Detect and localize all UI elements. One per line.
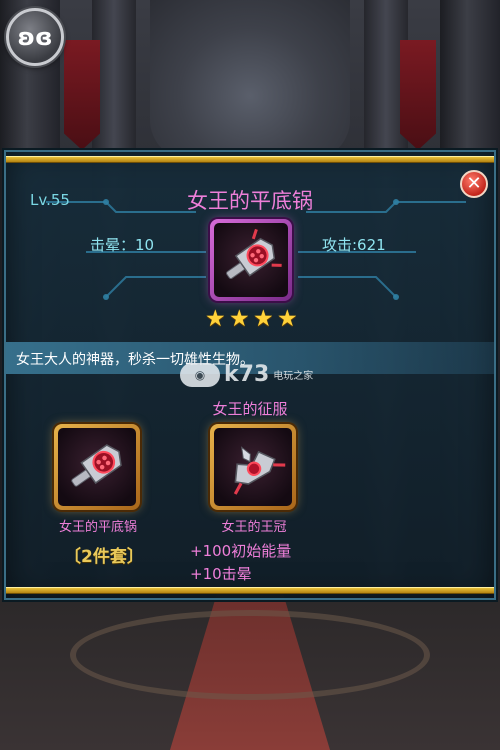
attack-stat: 攻击:621 — [322, 236, 386, 254]
set-piece-1[interactable] — [54, 424, 140, 510]
panel-bottom-stripe — [6, 587, 494, 594]
set-piece-2-name: 女王的王冠 — [221, 520, 287, 535]
watermark-text: k73 — [224, 362, 270, 387]
star-icon: ★ — [229, 306, 250, 332]
frying-pan-icon — [226, 228, 282, 280]
item-detail-panel: ✕ Lv.55 女王的平底锅 击晕：10 攻击:621 ★ ★ ★ ★ 女王大人… — [4, 150, 496, 600]
frying-pan-icon — [71, 444, 122, 487]
k73-watermark: ◉ k73 电玩之家 — [180, 362, 313, 387]
item-icon-frame — [210, 219, 292, 301]
butterfly-icon: ʚɞ — [17, 23, 53, 51]
set-bonus-energy: +100初始能量 — [190, 542, 292, 560]
set-title: 女王的征服 — [212, 400, 288, 418]
set-bonus-stun: +10击晕 — [190, 565, 252, 583]
star-rating: ★ ★ ★ ★ — [205, 308, 300, 331]
gamepad-icon: ◉ — [180, 362, 220, 387]
menu-button[interactable]: ʚɞ — [6, 8, 64, 66]
set-piece-1-name: 女王的平底锅 — [58, 520, 137, 535]
set-piece-2[interactable] — [210, 424, 296, 510]
stun-stat: 击晕：10 — [90, 236, 155, 254]
crown-icon — [233, 446, 286, 495]
watermark-subtext: 电玩之家 — [273, 371, 314, 382]
star-icon: ★ — [205, 306, 226, 332]
star-icon: ★ — [253, 306, 274, 332]
panel-top-stripe — [6, 156, 494, 163]
banner-right — [400, 40, 436, 150]
hall-arch — [150, 0, 350, 160]
banner-left — [64, 40, 100, 150]
item-title: 女王的平底锅 — [187, 189, 313, 213]
star-icon: ★ — [277, 306, 298, 332]
set-count-label: 〔2件套〕 — [64, 547, 144, 567]
floor-emblem — [70, 610, 430, 700]
